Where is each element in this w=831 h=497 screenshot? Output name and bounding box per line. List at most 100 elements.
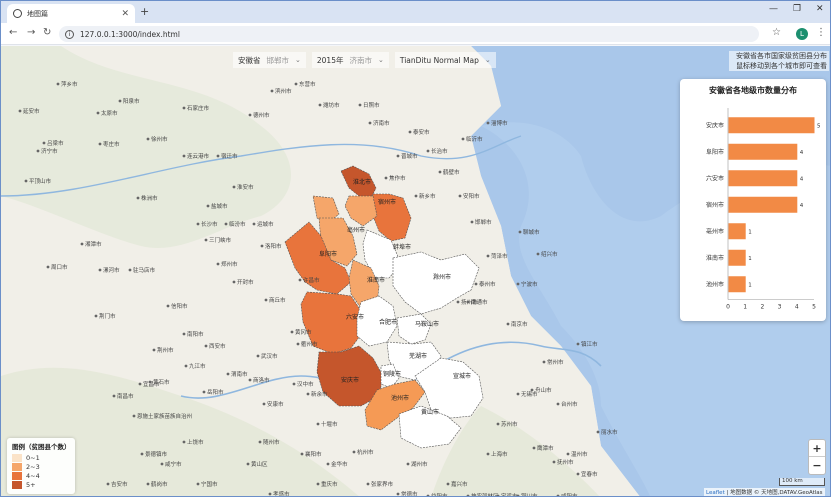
- city-dot: [530, 388, 534, 392]
- map-viewport[interactable]: 宿州市 淮北市 亳州市 蚌埠市 阜阳市 淮南市 滁州市 六安市 合肥市 马鞍山市 芜湖市 安庆市 铜陵市…: [1, 46, 830, 497]
- basemap-city-label: 常德市: [401, 490, 418, 497]
- new-tab-icon[interactable]: +: [140, 5, 149, 18]
- province-select[interactable]: 安徽省 邯郸市 ⌄: [233, 52, 306, 68]
- city-dot: [292, 382, 296, 386]
- minimize-icon[interactable]: —: [769, 4, 778, 14]
- leaflet-link[interactable]: Leaflet: [706, 490, 725, 496]
- basemap-city-label: 萍乡市: [61, 80, 78, 88]
- basemap-city-label: 常州市: [547, 358, 564, 366]
- city-dot: [196, 222, 200, 226]
- bar[interactable]: [728, 117, 815, 134]
- browser-tab[interactable]: 地图篇 ✕: [7, 4, 135, 23]
- city-dot: [264, 298, 268, 302]
- basemap-city-label: 宁国市: [201, 480, 218, 488]
- basemap-city-label: 盐城市: [211, 202, 228, 210]
- basemap-city-label: 太原市: [101, 109, 118, 117]
- bar[interactable]: [728, 170, 798, 187]
- window-close-icon[interactable]: ✕: [816, 4, 824, 14]
- basemap-city-label: 南京市: [511, 320, 528, 328]
- x-tick-label: 0: [726, 304, 730, 311]
- basemap-city-label: 泰安市: [413, 128, 430, 136]
- city-dot: [106, 482, 110, 486]
- city-dot: [36, 149, 40, 153]
- province-city-label: 安庆市: [341, 376, 359, 384]
- category-label: 池州市: [706, 280, 724, 288]
- bookmark-star-icon[interactable]: ☆: [772, 27, 781, 38]
- basemap-city-label: 鹰潭市: [537, 444, 554, 452]
- basemap-city-label: 淄博市: [491, 119, 508, 127]
- city-dot: [466, 300, 470, 304]
- x-tick-label: 5: [812, 304, 816, 311]
- bar[interactable]: [728, 249, 746, 266]
- city-dot: [352, 450, 356, 454]
- province-city-label: 宣城市: [453, 372, 471, 380]
- city-dot: [446, 482, 450, 486]
- city-dot: [140, 452, 144, 456]
- basemap-city-label: 商丘市: [269, 296, 286, 304]
- legend-label: 0~1: [26, 453, 40, 462]
- city-dot: [268, 492, 272, 496]
- back-icon[interactable]: ←: [9, 27, 17, 38]
- forward-icon[interactable]: →: [27, 27, 35, 38]
- basemap-city-label: 九江市: [189, 362, 206, 370]
- chevron-down-icon: ⌄: [377, 56, 384, 64]
- basemap-city-label: 洛阳市: [265, 242, 282, 250]
- basemap-city-label: 徐州市: [151, 135, 168, 143]
- basemap-city-label: 丽水市: [601, 428, 618, 436]
- basemap-city-label: 孝感市: [273, 490, 290, 497]
- bar-chart: 0 1 2 3 4 5 安庆市 5 阜阳市 4 六安市 4 宿州市 4 亳州市 1 淮南市 1 池州市 1: [706, 108, 821, 311]
- city-dot: [146, 137, 150, 141]
- basemap-city-label: 许昌市: [303, 276, 320, 284]
- restore-icon[interactable]: ❐: [793, 4, 801, 14]
- browser-menu-icon[interactable]: ⋮: [816, 27, 826, 38]
- bar[interactable]: [728, 196, 798, 213]
- profile-avatar[interactable]: L: [796, 28, 808, 40]
- basemap-city-label: 绍兴市: [541, 250, 558, 258]
- url-field[interactable]: i 127.0.0.1:3000/index.html: [59, 26, 759, 42]
- city-dot: [216, 262, 220, 266]
- tab-close-icon[interactable]: ✕: [121, 9, 129, 19]
- basemap-city-label: 长沙市: [201, 220, 218, 228]
- site-info-icon[interactable]: i: [65, 29, 74, 39]
- city-dot: [384, 176, 388, 180]
- city-dot: [80, 242, 84, 246]
- basemap-select-value: TianDitu Normal Map: [399, 55, 479, 65]
- city-dot: [458, 194, 462, 198]
- basemap-city-label: 抚州市: [557, 458, 574, 466]
- zoom-out-button[interactable]: −: [809, 457, 825, 474]
- bar[interactable]: [728, 143, 798, 160]
- year-select[interactable]: 2015年 济南市 ⌄: [311, 52, 389, 68]
- city-dot: [486, 452, 490, 456]
- bar[interactable]: [728, 223, 746, 240]
- basemap-city-label: 平顶山市: [29, 177, 52, 185]
- basemap-city-label: 驻马店市: [133, 266, 156, 274]
- city-dot: [414, 194, 418, 198]
- city-dot: [136, 196, 140, 200]
- basemap-select[interactable]: TianDitu Normal Map ⌄: [394, 52, 496, 68]
- city-dot: [148, 380, 152, 384]
- tab-title: 地图篇: [27, 9, 48, 18]
- legend-label: 2~3: [26, 462, 40, 471]
- city-dot: [182, 332, 186, 336]
- city-dot: [166, 304, 170, 308]
- bar-value-label: 5: [817, 123, 821, 129]
- legend-swatch: [12, 471, 22, 480]
- hint-line-2: 鼠标移动到各个城市即可查看: [736, 62, 827, 70]
- category-label: 安庆市: [706, 121, 724, 129]
- province-city-label: 铜陵市: [383, 370, 401, 378]
- basemap-city-label: 淮安市: [237, 183, 254, 191]
- basemap-city-label: 南通市: [471, 298, 488, 306]
- reload-icon[interactable]: ↻: [43, 27, 51, 38]
- city-dot: [438, 170, 442, 174]
- basemap-city-label: 聊城市: [523, 228, 540, 236]
- city-dot: [132, 414, 136, 418]
- zoom-in-button[interactable]: +: [809, 440, 825, 457]
- city-dot: [42, 141, 46, 145]
- legend-item: 0~1: [12, 453, 70, 462]
- legend-swatch: [12, 480, 22, 489]
- bar[interactable]: [728, 276, 746, 293]
- basemap-city-label: 宜春市: [581, 470, 598, 478]
- x-tick-label: 4: [795, 304, 799, 311]
- city-dot: [294, 82, 298, 86]
- basemap-city-label: 湘潭市: [85, 240, 102, 248]
